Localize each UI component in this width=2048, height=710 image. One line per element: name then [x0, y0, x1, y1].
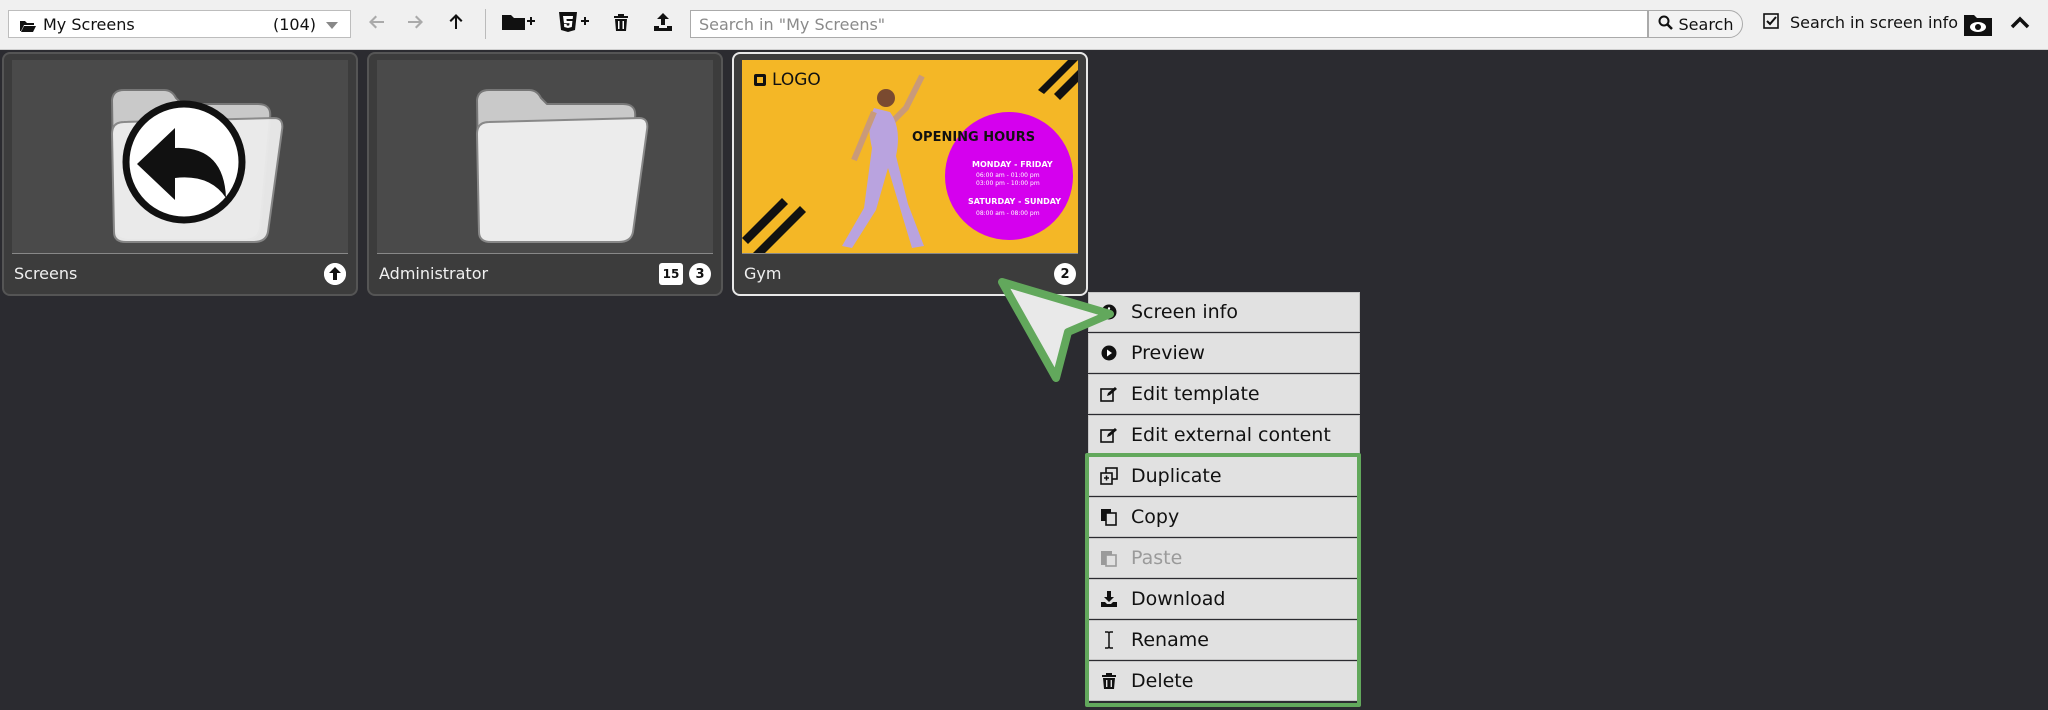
chevron-down-icon[interactable]	[326, 22, 338, 29]
folder-thumbnail	[377, 60, 713, 254]
folder-count: (104)	[272, 15, 316, 34]
tile-administrator[interactable]: Administrator 15 3	[367, 52, 723, 296]
tile-label: Administrator	[379, 264, 489, 283]
open-folder-icon	[19, 18, 37, 37]
search-icon	[1658, 15, 1673, 34]
edit-icon	[1099, 427, 1119, 443]
new-folder-icon	[501, 12, 535, 36]
upload-icon	[653, 12, 673, 36]
tile-label: Screens	[14, 264, 78, 283]
back-button[interactable]	[362, 10, 392, 38]
tile-screens-parent[interactable]: Screens	[2, 52, 358, 296]
poster-time: 06:00 am - 01:00 pm	[976, 172, 1040, 179]
poster-heading: OPENING HOURS	[912, 130, 1036, 145]
folder-eye-icon	[1963, 15, 1993, 41]
cursor-pointer-icon	[990, 270, 1120, 394]
forward-button[interactable]	[400, 10, 430, 38]
folder-select[interactable]: My Screens (104)	[8, 10, 351, 38]
search-input[interactable]	[690, 10, 1648, 38]
menu-highlight-box	[1085, 453, 1361, 707]
poster-days-weekday: MONDAY - FRIDAY	[972, 160, 1053, 169]
search-button[interactable]: Search	[1648, 10, 1743, 38]
gym-poster: LOGO OPENING HOURS MONDAY - FRIDAY 06:00…	[742, 60, 1078, 253]
menu-item-edit-external-content[interactable]: Edit external content	[1088, 415, 1360, 455]
upload-button[interactable]	[648, 10, 678, 38]
new-html5-screen-icon	[557, 11, 591, 37]
poster-time: 08:00 am - 08:00 pm	[976, 210, 1040, 217]
collapse-toolbar-button[interactable]	[2010, 14, 2030, 33]
show-hidden-button[interactable]	[1963, 11, 1993, 41]
search-in-info-checkbox[interactable]	[1762, 13, 1780, 33]
menu-item-preview[interactable]: Preview	[1088, 333, 1360, 373]
toolbar: My Screens (104) Search Search in screen…	[0, 0, 2048, 50]
checkbox-icon	[1763, 13, 1779, 33]
screen-thumbnail: LOGO OPENING HOURS MONDAY - FRIDAY 06:00…	[742, 60, 1078, 254]
search-button-label: Search	[1678, 14, 1734, 34]
folder-icon	[377, 89, 713, 253]
folder-count-badge: 3	[689, 263, 711, 285]
search-in-info-label: Search in screen info	[1790, 13, 1959, 32]
folder-back-icon	[12, 89, 348, 253]
tile-gym[interactable]: LOGO OPENING HOURS MONDAY - FRIDAY 06:00…	[732, 52, 1088, 296]
parent-folder-thumbnail	[12, 60, 348, 254]
decor-stripes	[1038, 60, 1078, 100]
chevron-up-icon	[2010, 14, 2030, 33]
menu-item-screen-info[interactable]: Screen info	[1088, 292, 1360, 332]
new-html5-screen-button[interactable]	[556, 10, 592, 38]
tile-label: Gym	[744, 264, 782, 283]
up-button[interactable]	[441, 10, 471, 38]
folder-name: My Screens	[43, 15, 135, 34]
trash-icon	[613, 13, 629, 35]
menu-item-edit-template[interactable]: Edit template	[1088, 374, 1360, 414]
up-arrow-icon	[448, 14, 464, 34]
up-arrow-circle-icon[interactable]	[324, 263, 346, 285]
poster-time: 03:00 pm - 10:00 pm	[976, 180, 1040, 187]
screen-count-badge: 15	[659, 263, 683, 285]
toolbar-divider	[485, 9, 486, 39]
delete-button[interactable]	[606, 10, 636, 38]
new-folder-button[interactable]	[500, 10, 536, 38]
poster-days-weekend: SATURDAY - SUNDAY	[968, 197, 1062, 206]
back-arrow-icon	[369, 14, 385, 34]
forward-arrow-icon	[407, 14, 423, 34]
woman-figure	[842, 74, 925, 248]
